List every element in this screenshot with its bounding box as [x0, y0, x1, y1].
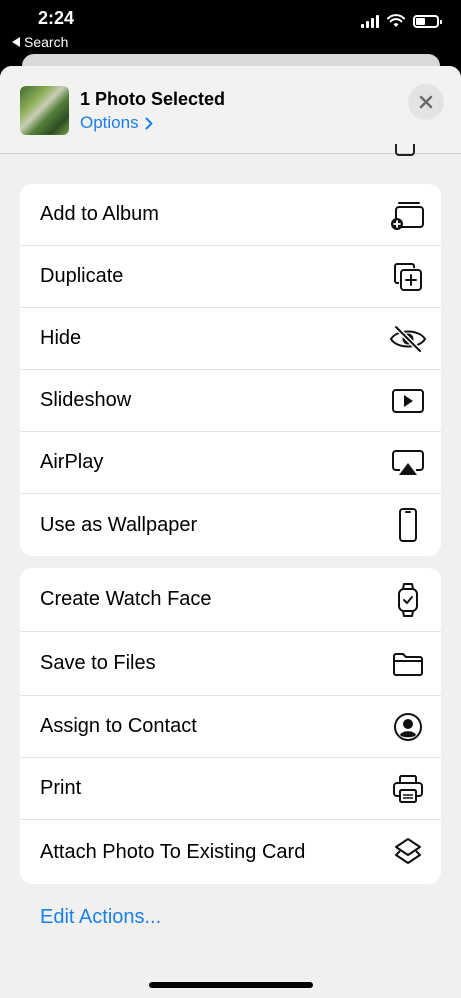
action-assign-to-contact[interactable]: Assign to Contact	[20, 696, 441, 758]
back-to-search-link[interactable]: Search	[12, 34, 68, 50]
options-button[interactable]: Options	[80, 113, 153, 133]
layers-icon	[389, 833, 427, 871]
status-icons	[361, 14, 442, 28]
action-label: Duplicate	[40, 265, 124, 287]
action-label: Use as Wallpaper	[40, 513, 198, 536]
action-airplay[interactable]: AirPlay	[20, 432, 441, 494]
sheet-header: 1 Photo Selected Options	[0, 66, 461, 154]
action-label: AirPlay	[40, 451, 104, 473]
action-use-as-wallpaper[interactable]: Use as Wallpaper	[20, 494, 441, 556]
action-label: Add to Album	[40, 203, 159, 225]
photo-thumbnail	[20, 86, 69, 135]
back-arrow-icon	[12, 37, 20, 47]
action-duplicate[interactable]: Duplicate	[20, 246, 441, 308]
share-sheet: 1 Photo Selected Options Add to Album Du…	[0, 66, 461, 998]
cellular-signal-icon	[361, 14, 379, 28]
close-icon	[419, 95, 433, 109]
action-label: Assign to Contact	[40, 715, 197, 737]
back-label: Search	[24, 34, 69, 50]
airplay-icon	[389, 444, 427, 482]
phone-wallpaper-icon	[389, 506, 427, 544]
action-label: Create Watch Face	[40, 588, 212, 610]
printer-icon	[389, 770, 427, 808]
action-hide[interactable]: Hide	[20, 308, 441, 370]
edit-actions-link[interactable]: Edit Actions...	[40, 906, 161, 929]
partially-hidden-icon	[395, 144, 415, 156]
action-label: Hide	[40, 327, 82, 349]
home-indicator	[149, 982, 313, 988]
duplicate-icon	[389, 258, 427, 296]
action-label: Slideshow	[40, 389, 132, 411]
action-label: Save to Files	[40, 652, 156, 674]
action-add-to-album[interactable]: Add to Album	[20, 184, 441, 246]
battery-icon	[413, 14, 442, 28]
action-label: Attach Photo To Existing Card	[40, 840, 306, 863]
close-button[interactable]	[408, 84, 444, 120]
action-create-watch-face[interactable]: Create Watch Face	[20, 568, 441, 632]
watch-icon	[389, 581, 427, 619]
add-to-album-icon	[389, 196, 427, 234]
options-label: Options	[80, 113, 139, 132]
hide-eye-slash-icon	[389, 320, 427, 358]
action-save-to-files[interactable]: Save to Files	[20, 632, 441, 696]
status-time: 2:24	[38, 8, 75, 28]
status-bar: 2:24 Search	[0, 0, 461, 56]
selection-title: 1 Photo Selected	[80, 89, 226, 109]
actions-group-1: Add to Album Duplicate Hide Slideshow Ai…	[20, 184, 441, 556]
contact-icon	[389, 708, 427, 746]
actions-group-2: Create Watch Face Save to Files Assign t…	[20, 568, 441, 884]
action-attach-photo-to-existing-card[interactable]: Attach Photo To Existing Card	[20, 820, 441, 884]
chevron-right-icon	[145, 117, 153, 129]
action-print[interactable]: Print	[20, 758, 441, 820]
action-label: Print	[40, 777, 82, 799]
slideshow-play-icon	[389, 382, 427, 420]
folder-icon	[389, 645, 427, 683]
action-slideshow[interactable]: Slideshow	[20, 370, 441, 432]
wifi-icon	[387, 14, 405, 27]
